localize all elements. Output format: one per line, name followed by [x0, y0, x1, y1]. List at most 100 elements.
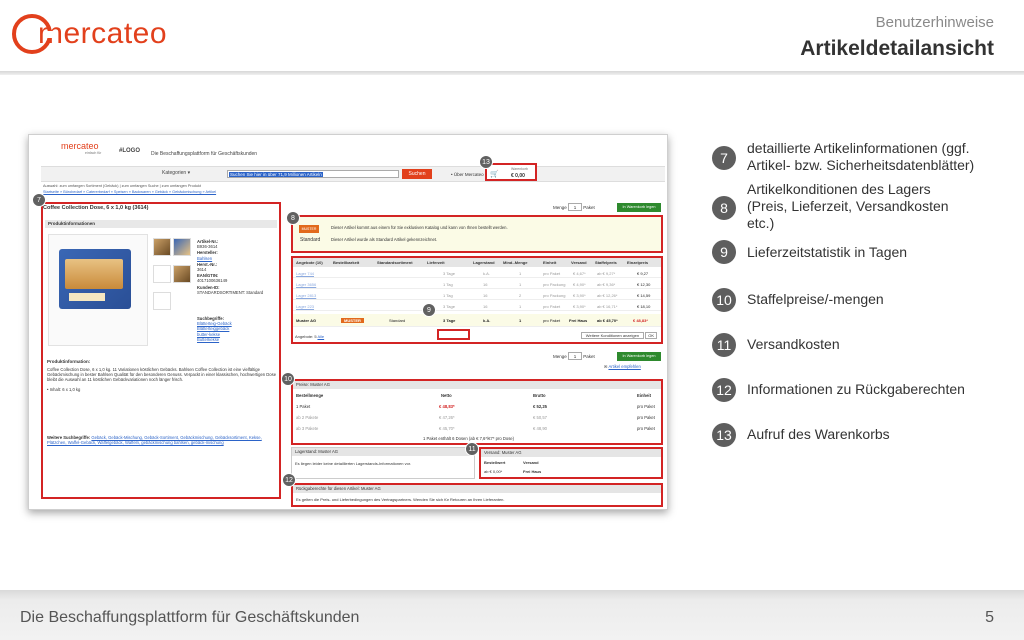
footer-text: Die Beschaffungsplattform für Geschäftsk… [20, 609, 360, 626]
attr-value-link[interactable]: Bahlsen [197, 256, 212, 261]
shot-thumbnail[interactable] [153, 265, 171, 283]
table-foot-link[interactable]: Alle [317, 334, 324, 339]
th-offers[interactable]: Angebote (10) [296, 260, 323, 265]
more-conditions-select[interactable]: Weitere Konditionen anzeigen [580, 332, 645, 339]
table-row[interactable]: Lager 3656 1 Tag 16 1 pro Packung € 4,90… [293, 279, 661, 289]
shot-search-input[interactable]: Suchen Sie hier in über 71,9 Millionen A… [227, 170, 399, 178]
tag-link[interactable]: Blätterteiggebäck [197, 326, 232, 331]
table-row[interactable]: Lager 223 3 Tage 16 1 pro Paket € 3,90* … [293, 301, 661, 311]
shot-about-link[interactable]: • Über Mercateo [451, 172, 484, 177]
row-lager[interactable]: Lager 2813 [296, 293, 316, 298]
row-einheit: pro Packung [543, 282, 566, 287]
rueck-head: Rückgaberechte für diesen Artikel: Muste… [293, 485, 661, 493]
tag-link[interactable]: Butterkekse [197, 337, 232, 342]
table-row[interactable]: Lager 2813 1 Tag 16 2 pro Packung € 3,90… [293, 290, 661, 300]
th-lagerstand[interactable]: Lagerstand [473, 260, 495, 265]
highlight-box-10: Preise: Muster AG Bestellmenge Netto Bru… [291, 379, 663, 445]
recommend-label[interactable]: Artikel empfehlen [608, 364, 640, 369]
row-lager[interactable]: Lager 744 [296, 271, 314, 276]
legend-item-12: 12 Informationen zu Rückgaberechten [712, 378, 992, 402]
table-foot-right: Weitere Konditionen anzeigen OK [580, 332, 657, 339]
rueck-text: Es gelten die Preis- und Lieferbedingung… [296, 497, 505, 502]
th-versand[interactable]: Versand [571, 260, 587, 265]
th-einheit[interactable]: Einheit [543, 260, 556, 265]
legend-item-10: 10 Staffelpreise/-mengen [712, 288, 992, 312]
th-lieferzeit[interactable]: Lieferzeit [427, 260, 445, 265]
legend-number: 11 [712, 333, 736, 357]
prodinfo-text: Coffee Collection Dose, 6 x 1,0 kg. 11 V… [47, 367, 277, 383]
legend-text: detaillierte Artikelinformationen (ggf. … [747, 140, 975, 173]
table-foot-left: Angebote: 5 [295, 334, 317, 339]
preise-netto: € 48,83* [439, 404, 455, 409]
add-to-cart-button-2[interactable]: In Warenkorb legen [617, 352, 661, 361]
preise-menge: ab 3 Pakete [296, 426, 319, 431]
page-title: Artikeldetailansicht [800, 37, 994, 60]
shot-thumbnail[interactable] [153, 292, 171, 310]
row-lager[interactable]: Lager 223 [296, 304, 314, 309]
offers-table-footer: Angebote: 5 Alle Weitere Konditionen anz… [295, 332, 659, 339]
preise-brutto: € 48,90 [533, 426, 547, 431]
cookie-tin-image [59, 249, 131, 309]
th-mindmenge[interactable]: Mind.-Menge [503, 260, 527, 265]
row-einheit: pro Paket [543, 271, 561, 276]
shot-search-value: Suchen Sie hier in über 71,9 Millionen A… [229, 172, 323, 177]
preise-menge: 1 Paket [296, 404, 311, 409]
preise-einheit: pro Paket [637, 426, 655, 431]
shot-cart-widget[interactable]: 🛒 Warenkorb € 0,00 [485, 163, 537, 181]
shot-header: mercateo einfach für #LOGO Die Beschaffu… [29, 135, 667, 163]
mercateo-logo: mercateo [12, 14, 167, 54]
badge-10: 10 [281, 372, 295, 386]
shot-cart-label: Warenkorb [511, 167, 528, 171]
recommend-link[interactable]: ✉ Artikel empfehlen [604, 364, 641, 369]
stock-box: Lagerstand: Muster AG Es liegen leider k… [291, 447, 475, 479]
row-stand: k.A. [483, 271, 490, 276]
main-stand: k.A. [483, 318, 491, 323]
legend-number: 7 [712, 146, 736, 170]
standard-label: Standard [300, 237, 321, 243]
shot-search-terms: Suchbegriffe: Blätterteig-Gebäck Blätter… [197, 316, 232, 342]
shot-product-title: Coffee Collection Dose, 6 x 1,0 kg (3614… [43, 205, 149, 211]
legend-item-8: 8 Artikelkonditionen des Lagers (Preis, … [712, 181, 962, 232]
shot-thumbnail[interactable] [173, 238, 191, 256]
shot-category-label: Kategorien [162, 170, 187, 176]
versand-col1: Bestellwert [484, 460, 506, 465]
legend-item-13: 13 Aufruf des Warenkorbs [712, 423, 992, 447]
attr-value: 3614 [197, 267, 207, 273]
th-standardsortiment[interactable]: Standardsortiment [377, 260, 413, 265]
qty-label: Menge [553, 354, 567, 359]
preise-head: Preise: Muster AG [293, 381, 661, 389]
shot-attributes: Artikel-Nr.: B936-3614 Hersteller: Bahls… [197, 238, 263, 295]
table-row-selected[interactable]: Muster AG MUSTER Standard 3 Tage k.A. 1 … [293, 314, 661, 327]
th-staffelpreis[interactable]: Staffelpreis [595, 260, 617, 265]
shot-search-button[interactable]: Suchen [402, 169, 432, 179]
shot-prodinfo-head: Produktinformation: [47, 359, 91, 364]
ok-button[interactable]: OK [645, 332, 657, 339]
row-stand: 16 [483, 304, 488, 309]
qty-input[interactable]: 1 [568, 352, 583, 360]
main-staffel: ab € 45,70* [597, 318, 618, 323]
row-stand: 16 [483, 282, 488, 287]
lager-head: Lagerstand: Muster AG [292, 448, 474, 456]
legend-item-7: 7 detaillierte Artikelinformationen (ggf… [712, 140, 992, 174]
legend-number: 13 [712, 423, 736, 447]
legend-number: 12 [712, 378, 736, 402]
row-lager[interactable]: Lager 3656 [296, 282, 316, 287]
shot-breadcrumb-line2[interactable]: Startseite » Bürobedarf » Catererbedarf … [43, 190, 216, 194]
row-versand: € 3,90* [573, 293, 586, 298]
shot-thumbnail[interactable] [153, 238, 171, 256]
shot-category-dropdown[interactable]: Kategorien ▾ [162, 170, 190, 176]
qty-input[interactable]: 1 [568, 203, 583, 211]
shot-thumbnail[interactable] [173, 265, 191, 283]
table-row[interactable]: Lager 744 3 Tage k.A. 1 pro Paket € 4,67… [293, 268, 661, 278]
qty-unit: Paket [583, 354, 595, 359]
main-einzel: € 48,83* [633, 318, 648, 323]
row-mind: 1 [519, 304, 522, 309]
th-einzelpreis[interactable]: Einzelpreis [627, 260, 648, 265]
row-lieferzeit: 1 Tag [443, 282, 453, 287]
legend-number: 9 [712, 240, 736, 264]
th-bestellbarkeit[interactable]: Bestellbarkeit [333, 260, 359, 265]
preise-col: Brutto [533, 393, 546, 398]
legend-text: Artikelkonditionen des Lagers (Preis, Li… [747, 181, 949, 231]
cart-icon: 🛒 [490, 171, 499, 178]
add-to-cart-button[interactable]: In Warenkorb legen [617, 203, 661, 212]
